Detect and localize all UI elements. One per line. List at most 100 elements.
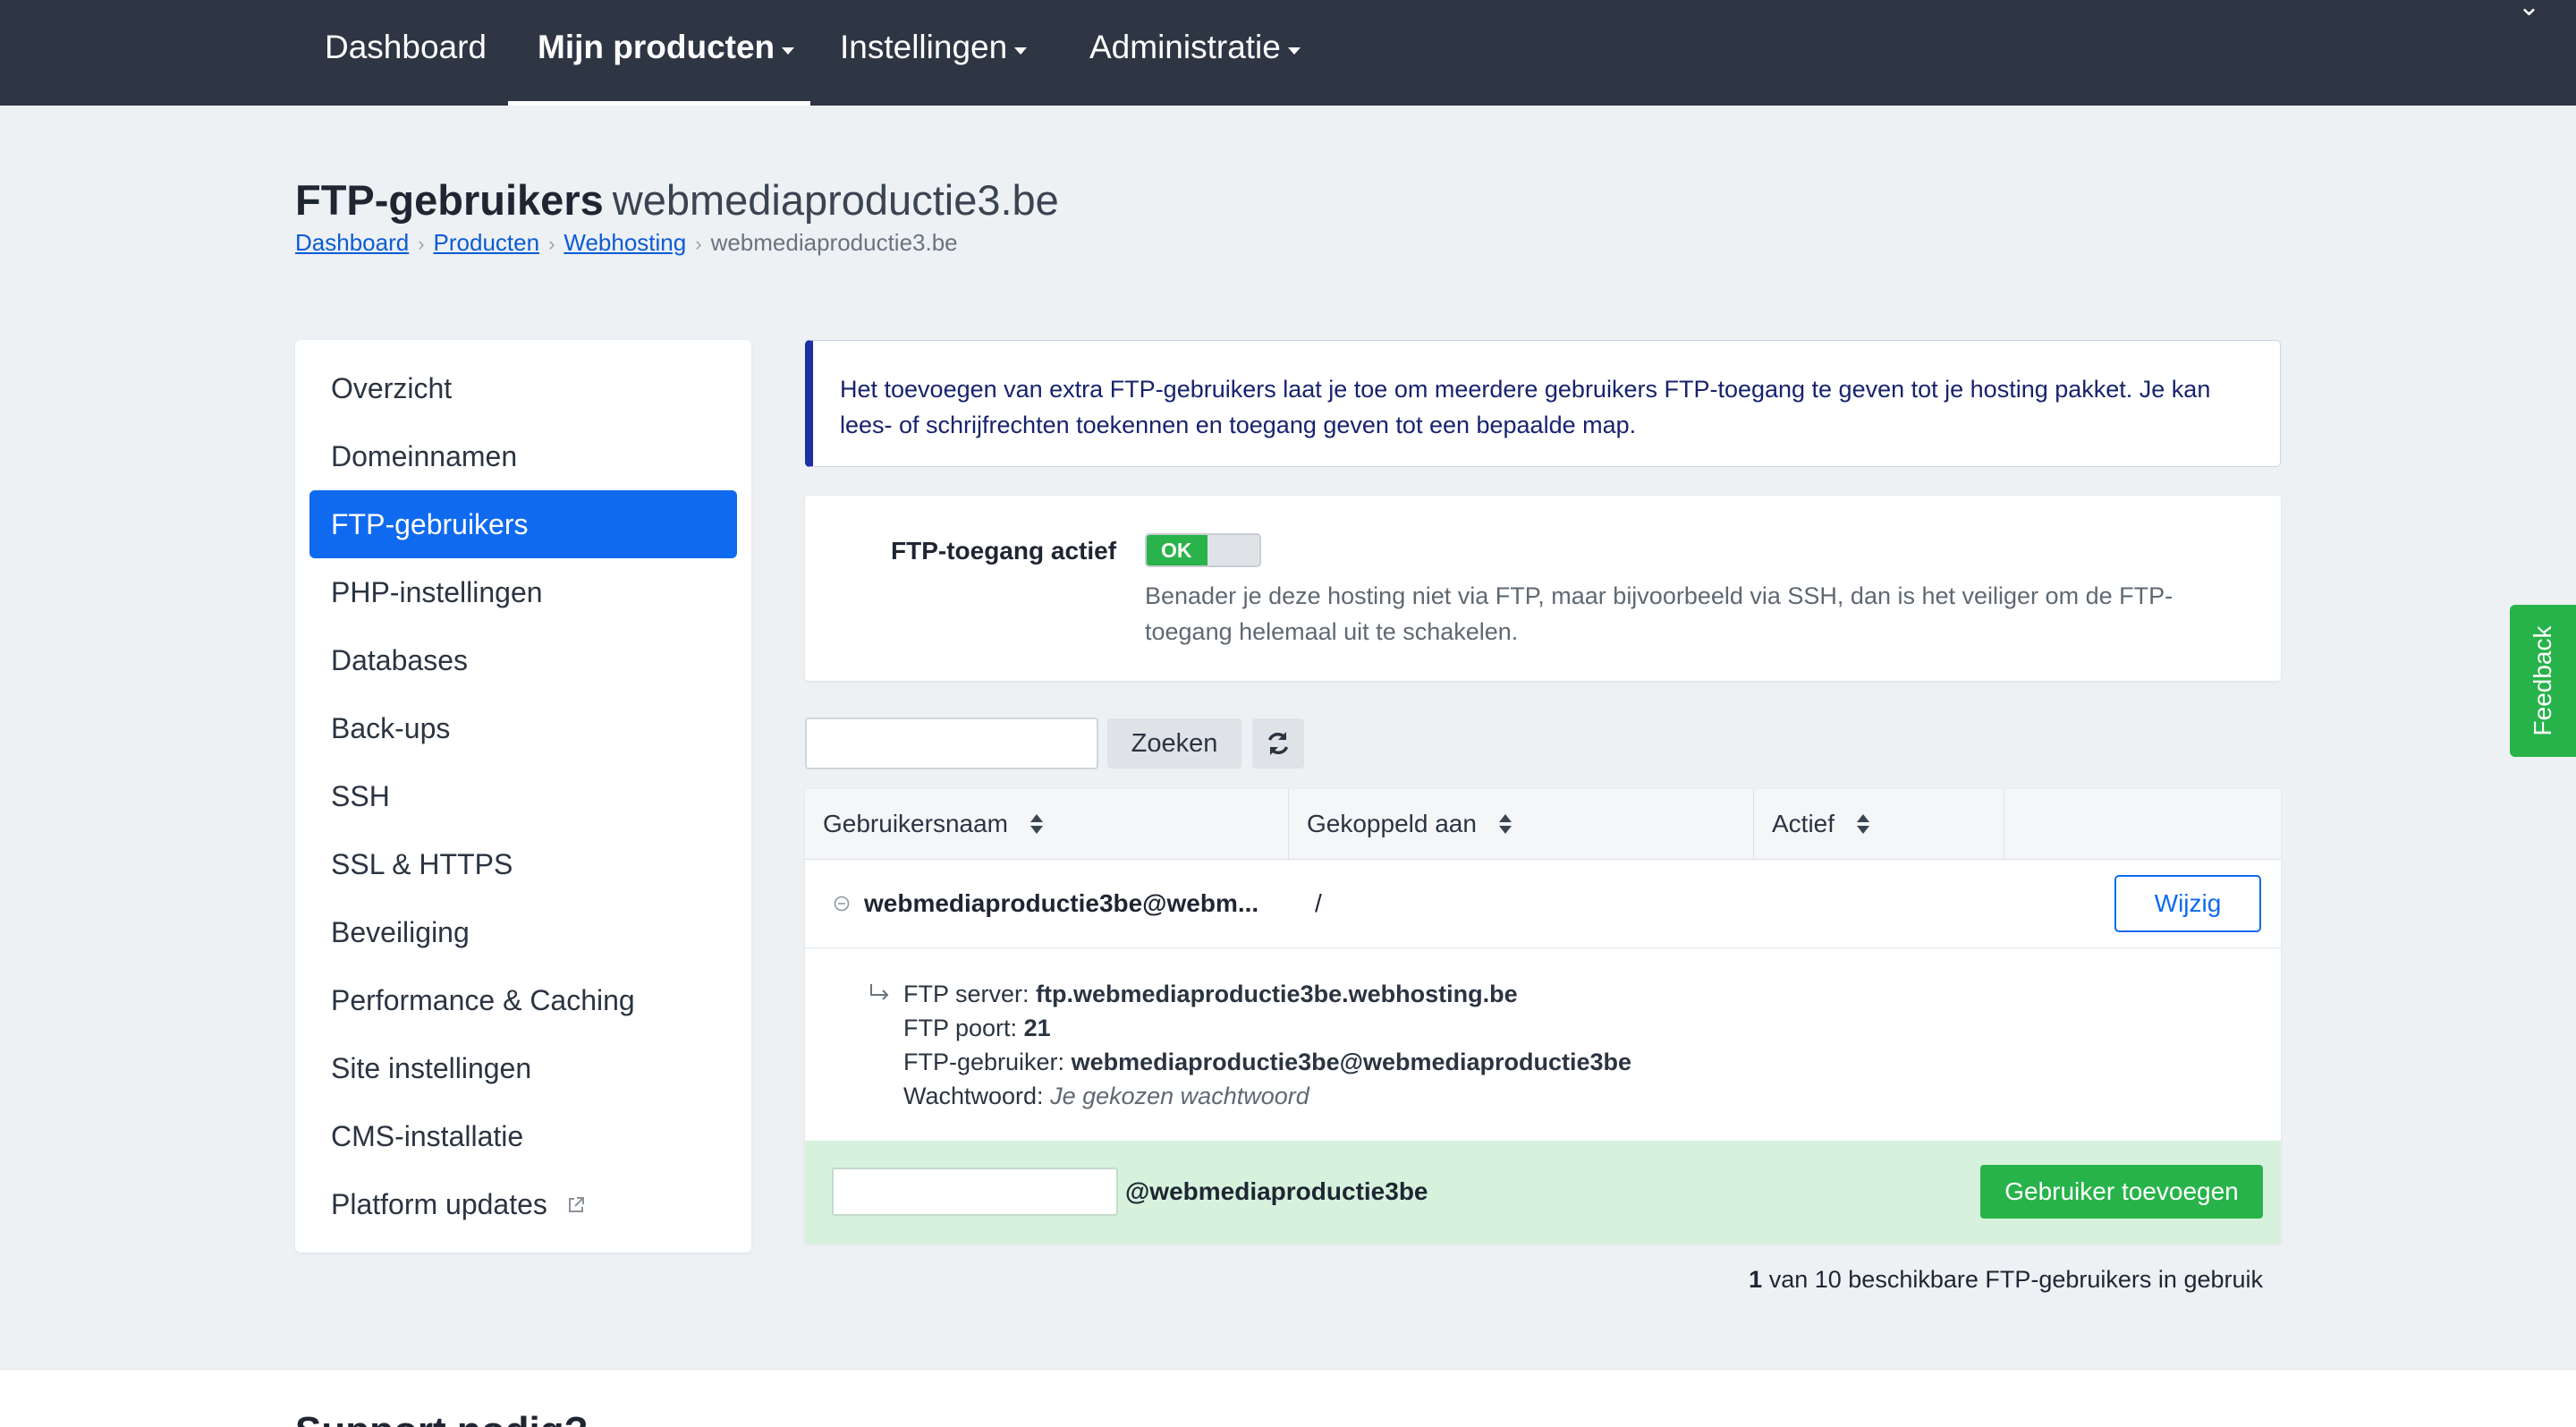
column-header-label: Gebruikersnaam — [823, 810, 1008, 837]
column-header-gebruikersnaam[interactable]: Gebruikersnaam — [805, 789, 1288, 859]
sidebar-item-cms-installatie[interactable]: CMS-installatie — [309, 1102, 737, 1170]
table-row: webmediaproductie3be@webm... / Wijzig — [805, 860, 2281, 948]
sidebar-item-label: Back-ups — [331, 712, 451, 744]
ftp-access-card: FTP-toegang actief OK Benader je deze ho… — [805, 496, 2281, 681]
external-link-icon — [568, 1196, 584, 1212]
detail-label: Wachtwoord: — [903, 1083, 1044, 1109]
ftp-access-help: Benader je deze hosting niet via FTP, ma… — [1145, 582, 2174, 645]
sidebar-item-ssh[interactable]: SSH — [309, 762, 737, 830]
top-navigation: Dashboard Mijn producten Instellingen Ad… — [0, 0, 2576, 106]
sort-icon — [1856, 813, 1869, 834]
add-user-button[interactable]: Gebruiker toevoegen — [1980, 1165, 2263, 1219]
breadcrumb-link-dashboard[interactable]: Dashboard — [295, 229, 409, 256]
sort-icon — [1030, 813, 1043, 834]
collapse-icon[interactable] — [834, 896, 850, 912]
detail-password: Wachtwoord: Je gekozen wachtwoord — [903, 1079, 1309, 1113]
ftp-users-table: Gebruikersnaam Gekoppeld aan Actief webm… — [805, 789, 2281, 1244]
usage-count: 1 — [1749, 1266, 1763, 1293]
sidebar-item-performance-caching[interactable]: Performance & Caching — [309, 966, 737, 1034]
sidebar-item-php-instellingen[interactable]: PHP-instellingen — [309, 558, 737, 626]
sidebar-item-beveiliging[interactable]: Beveiliging — [309, 898, 737, 966]
sidebar: Overzicht Domeinnamen FTP-gebruikers PHP… — [295, 340, 751, 1253]
sidebar-item-platform-updates[interactable]: Platform updates — [309, 1170, 737, 1238]
search-input[interactable] — [805, 718, 1098, 769]
detail-label: FTP poort: — [903, 1015, 1018, 1041]
row-username: webmediaproductie3be@webm... — [864, 889, 1259, 917]
sidebar-item-label: Domeinnamen — [331, 440, 518, 472]
sidebar-item-ftp-gebruikers[interactable]: FTP-gebruikers — [309, 490, 737, 558]
sidebar-item-back-ups[interactable]: Back-ups — [309, 694, 737, 762]
sidebar-item-label: FTP-gebruikers — [331, 508, 529, 540]
sidebar-item-label: Site instellingen — [331, 1052, 532, 1084]
nav-item-dashboard[interactable]: Dashboard — [295, 0, 516, 106]
nav-item-label: Mijn producten — [538, 29, 775, 65]
breadcrumb-separator-icon: › — [695, 233, 702, 255]
column-header-label: Gekoppeld aan — [1307, 810, 1477, 837]
page-title: FTP-gebruikers webmediaproductie3.be — [295, 175, 1059, 225]
sidebar-item-overzicht[interactable]: Overzicht — [309, 354, 737, 422]
breadcrumb-current: webmediaproductie3.be — [710, 229, 958, 256]
nav-item-label: Instellingen — [840, 29, 1008, 65]
sidebar-item-domeinnamen[interactable]: Domeinnamen — [309, 422, 737, 490]
caret-down-icon — [1014, 47, 1028, 55]
page-title-domain: webmediaproductie3.be — [612, 176, 1059, 224]
search-button[interactable]: Zoeken — [1107, 718, 1241, 769]
column-header-actions — [2004, 789, 2281, 859]
caret-down-icon — [782, 47, 795, 55]
sort-icon — [1498, 813, 1512, 834]
refresh-button[interactable] — [1252, 718, 1304, 769]
ftp-access-label: FTP-toegang actief — [891, 537, 1117, 565]
breadcrumb-link-producten[interactable]: Producten — [434, 229, 540, 256]
feedback-label: Feedback — [2529, 625, 2556, 736]
breadcrumb-separator-icon: › — [548, 233, 555, 255]
sidebar-item-databases[interactable]: Databases — [309, 626, 737, 694]
breadcrumb-separator-icon: › — [418, 233, 425, 255]
sidebar-item-label: Beveiliging — [331, 916, 470, 948]
nav-item-instellingen[interactable]: Instellingen — [810, 0, 1056, 106]
caret-down-icon — [1287, 47, 1301, 55]
column-header-actief[interactable]: Actief — [1753, 789, 2004, 859]
sidebar-item-label: Databases — [331, 644, 468, 676]
footer-heading: Support nodig? — [295, 1409, 588, 1427]
footer-section: Support nodig? — [0, 1369, 2576, 1427]
page-title-text: FTP-gebruikers — [295, 176, 604, 224]
column-header-label: Actief — [1772, 810, 1835, 837]
feedback-tab[interactable]: Feedback — [2510, 605, 2576, 757]
row-details: FTP server: ftp.webmediaproductie3be.web… — [805, 948, 2281, 1140]
detail-ftp-port: FTP poort: 21 — [903, 1011, 1051, 1045]
detail-ftp-server: FTP server: ftp.webmediaproductie3be.web… — [903, 977, 1518, 1011]
detail-label: FTP-gebruiker: — [903, 1049, 1065, 1075]
detail-ftp-user: FTP-gebruiker: webmediaproductie3be@webm… — [903, 1045, 1631, 1079]
usage-text: 1 van 10 beschikbare FTP-gebruikers in g… — [1749, 1261, 2263, 1297]
column-header-gekoppeld-aan[interactable]: Gekoppeld aan — [1288, 789, 1753, 859]
username-suffix: @webmediaproductie3be — [1125, 1177, 1428, 1205]
breadcrumb: Dashboard › Producten › Webhosting › webmediap… — [295, 227, 958, 259]
sidebar-item-label: Performance & Caching — [331, 984, 635, 1016]
sidebar-item-label: SSH — [331, 780, 390, 812]
chevron-down-icon[interactable]: ⌄ — [2518, 0, 2540, 22]
nav-item-label: Dashboard — [325, 29, 487, 65]
info-box: Het toevoegen van extra FTP-gebruikers l… — [805, 340, 2281, 467]
sidebar-item-label: CMS-installatie — [331, 1120, 524, 1152]
detail-value: webmediaproductie3be@webmediaproductie3b… — [1071, 1049, 1632, 1075]
nav-item-label: Administratie — [1089, 29, 1281, 65]
return-arrow-icon — [870, 984, 889, 1000]
table-header: Gebruikersnaam Gekoppeld aan Actief — [805, 789, 2281, 860]
new-username-input[interactable] — [832, 1168, 1118, 1216]
sidebar-item-label: Overzicht — [331, 372, 453, 404]
detail-value: ftp.webmediaproductie3be.webhosting.be — [1036, 981, 1518, 1007]
edit-button[interactable]: Wijzig — [2114, 875, 2261, 932]
info-text: Het toevoegen van extra FTP-gebruikers l… — [840, 376, 2211, 438]
toggle-on-label: OK — [1147, 535, 1208, 565]
nav-item-mijn-producten[interactable]: Mijn producten — [508, 0, 810, 106]
detail-value: Je gekozen wachtwoord — [1050, 1083, 1309, 1109]
detail-value: 21 — [1023, 1015, 1051, 1041]
usage-label: van 10 beschikbare FTP-gebruikers in geb… — [1768, 1266, 2263, 1293]
sidebar-item-ssl-https[interactable]: SSL & HTTPS — [309, 830, 737, 898]
ftp-access-toggle[interactable]: OK — [1145, 533, 1261, 567]
breadcrumb-link-webhosting[interactable]: Webhosting — [564, 229, 686, 256]
sidebar-item-site-instellingen[interactable]: Site instellingen — [309, 1034, 737, 1102]
detail-label: FTP server: — [903, 981, 1030, 1007]
nav-item-administratie[interactable]: Administratie — [1060, 0, 1330, 106]
sidebar-item-label: SSL & HTTPS — [331, 848, 513, 880]
